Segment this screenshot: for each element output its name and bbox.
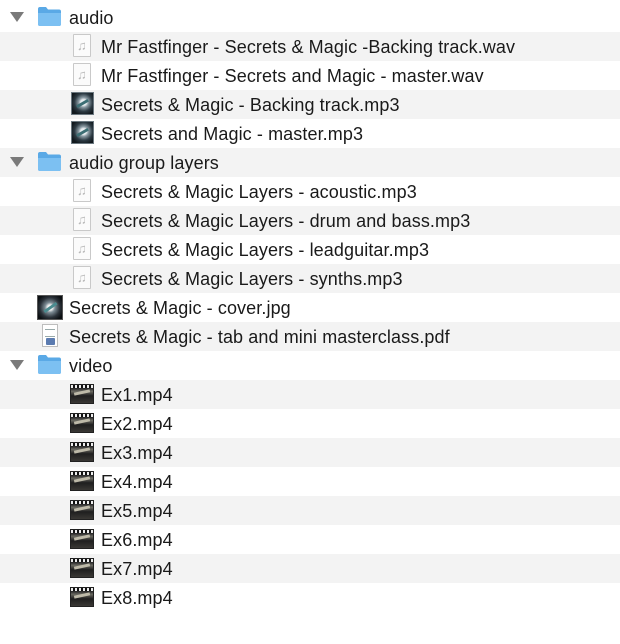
file-row[interactable]: Ex6.mp4 xyxy=(0,525,620,554)
file-name: Secrets & Magic - Backing track.mp3 xyxy=(101,95,400,115)
file-name: Ex5.mp4 xyxy=(101,501,173,521)
video-thumbnail-icon xyxy=(70,411,94,435)
file-name: Secrets & Magic Layers - acoustic.mp3 xyxy=(101,182,417,202)
file-row[interactable]: Ex4.mp4 xyxy=(0,467,620,496)
file-name: Ex4.mp4 xyxy=(101,472,173,492)
file-row[interactable]: ♫ Mr Fastfinger - Secrets and Magic - mas… xyxy=(0,61,620,90)
file-row[interactable]: Ex2.mp4 xyxy=(0,409,620,438)
file-row[interactable]: ♫ Secrets & Magic Layers - leadguitar.mp3 xyxy=(0,235,620,264)
video-thumbnail-icon xyxy=(70,556,94,580)
file-name: Mr Fastfinger - Secrets & Magic -Backing… xyxy=(101,37,516,57)
file-name: Ex7.mp4 xyxy=(101,559,173,579)
folder-icon xyxy=(37,353,61,377)
video-thumbnail-icon xyxy=(70,498,94,522)
file-row[interactable]: ♫ Secrets & Magic Layers - acoustic.mp3 xyxy=(0,177,620,206)
folder-name: video xyxy=(69,356,113,376)
album-art-icon xyxy=(70,121,94,145)
file-name: Secrets & Magic Layers - leadguitar.mp3 xyxy=(101,240,430,260)
file-list: audio ♫ Mr Fastfinger - Secrets & Magic -B… xyxy=(0,3,620,612)
file-row[interactable]: Secrets and Magic - master.mp3 xyxy=(0,119,620,148)
file-name: Secrets and Magic - master.mp3 xyxy=(101,124,364,144)
folder-icon xyxy=(37,5,61,29)
file-name: Secrets & Magic Layers - drum and bass.m… xyxy=(101,211,471,231)
audio-file-icon: ♫ xyxy=(70,237,94,261)
file-name: Ex2.mp4 xyxy=(101,414,173,434)
file-row[interactable]: Secrets & Magic - tab and mini mastercla… xyxy=(0,322,620,351)
file-row[interactable]: ♫ Secrets & Magic Layers - synths.mp3 xyxy=(0,264,620,293)
file-row[interactable]: Ex3.mp4 xyxy=(0,438,620,467)
folder-name: audio xyxy=(69,8,114,28)
disclosure-triangle-icon[interactable] xyxy=(10,12,24,22)
audio-file-icon: ♫ xyxy=(70,208,94,232)
file-row[interactable]: Secrets & Magic - Backing track.mp3 xyxy=(0,90,620,119)
file-name: Ex8.mp4 xyxy=(101,588,173,608)
file-row[interactable]: Ex5.mp4 xyxy=(0,496,620,525)
file-name: Mr Fastfinger - Secrets and Magic - mast… xyxy=(101,66,484,86)
folder-icon xyxy=(37,150,61,174)
video-thumbnail-icon xyxy=(70,527,94,551)
file-name: Ex1.mp4 xyxy=(101,385,173,405)
file-row[interactable]: Ex7.mp4 xyxy=(0,554,620,583)
folder-row[interactable]: audio xyxy=(0,3,620,32)
video-thumbnail-icon xyxy=(70,440,94,464)
disclosure-triangle-icon[interactable] xyxy=(10,157,24,167)
file-row[interactable]: Secrets & Magic - cover.jpg xyxy=(0,293,620,322)
folder-row[interactable]: audio group layers xyxy=(0,148,620,177)
video-thumbnail-icon xyxy=(70,469,94,493)
audio-file-icon: ♫ xyxy=(70,179,94,203)
file-row[interactable]: ♫ Mr Fastfinger - Secrets & Magic -Backin… xyxy=(0,32,620,61)
folder-row[interactable]: video xyxy=(0,351,620,380)
file-name: Secrets & Magic - cover.jpg xyxy=(69,298,291,318)
file-name: Secrets & Magic - tab and mini mastercla… xyxy=(69,327,450,347)
audio-file-icon: ♫ xyxy=(70,63,94,87)
folder-name: audio group layers xyxy=(69,153,219,173)
file-name: Ex6.mp4 xyxy=(101,530,173,550)
disclosure-triangle-icon[interactable] xyxy=(10,360,24,370)
video-thumbnail-icon xyxy=(70,382,94,406)
file-row[interactable]: Ex8.mp4 xyxy=(0,583,620,612)
audio-file-icon: ♫ xyxy=(70,34,94,58)
file-name: Secrets & Magic Layers - synths.mp3 xyxy=(101,269,403,289)
video-thumbnail-icon xyxy=(70,585,94,609)
file-name: Ex3.mp4 xyxy=(101,443,173,463)
file-row[interactable]: Ex1.mp4 xyxy=(0,380,620,409)
image-thumbnail-icon xyxy=(37,295,63,320)
pdf-file-icon xyxy=(37,324,61,348)
file-row[interactable]: ♫ Secrets & Magic Layers - drum and bass.… xyxy=(0,206,620,235)
audio-file-icon: ♫ xyxy=(70,266,94,290)
album-art-icon xyxy=(70,92,94,116)
